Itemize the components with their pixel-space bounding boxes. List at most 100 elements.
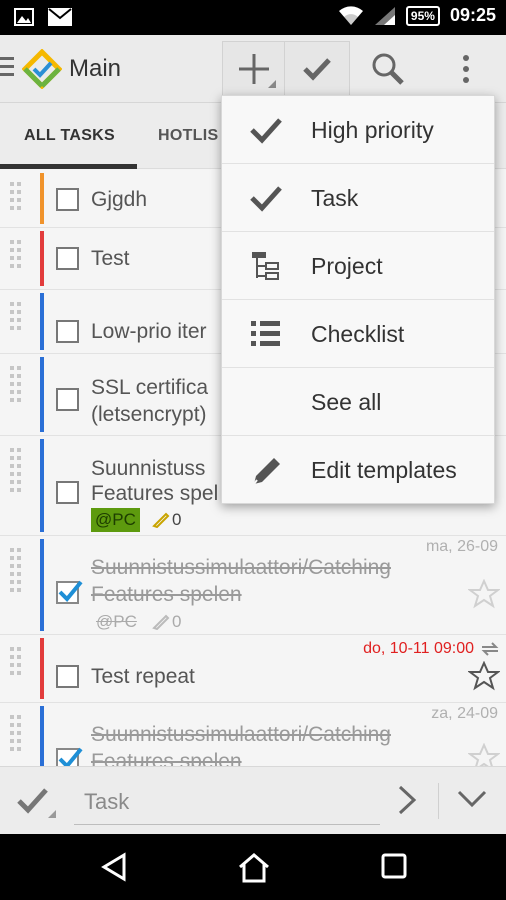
- due-date: do, 10-11 09:00: [363, 640, 474, 657]
- checkmark-icon: [250, 118, 282, 144]
- complete-button[interactable]: [284, 41, 350, 97]
- gallery-notification-icon: [14, 8, 34, 26]
- attachment-count: 0: [152, 612, 181, 632]
- menu-item-label: Edit templates: [311, 457, 457, 483]
- app-logo-icon: [22, 49, 62, 89]
- paperclip-icon: [152, 614, 170, 630]
- email-notification-icon: [48, 8, 72, 26]
- home-icon[interactable]: [237, 852, 271, 884]
- task-title: Test repeat: [91, 665, 195, 688]
- plus-icon: [238, 54, 269, 84]
- list-item[interactable]: Test repeat do, 10-11 09:00: [0, 635, 506, 703]
- task-title-line2: Features spelen: [91, 750, 242, 766]
- active-tab-indicator: [0, 164, 137, 169]
- task-title-line2: Features spelen: [91, 583, 242, 606]
- add-button[interactable]: [222, 41, 284, 97]
- priority-bar: [40, 173, 44, 224]
- overflow-menu-button[interactable]: [440, 41, 492, 97]
- checklist-icon: [251, 321, 280, 346]
- due-date: za, 24-09: [431, 705, 498, 722]
- menu-item-task[interactable]: Task: [222, 164, 494, 232]
- list-item[interactable]: Suunnistussimulaattori/Catching Features…: [0, 536, 506, 635]
- task-checkbox[interactable]: [56, 320, 79, 343]
- drawer-menu-icon[interactable]: [0, 57, 14, 81]
- drag-handle-icon[interactable]: [10, 448, 28, 496]
- task-title-line1: Suunnistussimulaattori/Catching: [91, 556, 391, 579]
- drag-handle-icon[interactable]: [10, 240, 28, 272]
- pencil-icon: [253, 458, 280, 485]
- task-title-line1: SSL certifica: [91, 376, 209, 399]
- add-template-menu: High priority Task Project Checklist See…: [221, 95, 495, 504]
- drag-handle-icon[interactable]: [10, 715, 28, 755]
- menu-item-label: Project: [311, 253, 383, 279]
- attachment-count-value: 0: [172, 510, 182, 529]
- task-checkbox-checked[interactable]: [56, 747, 83, 766]
- project-tree-icon: [252, 252, 279, 280]
- task-checkbox[interactable]: [56, 388, 79, 411]
- tab-hotlist[interactable]: HOTLIS: [158, 127, 218, 145]
- task-title: Low-prio iter: [91, 320, 207, 343]
- star-icon[interactable]: [468, 661, 500, 691]
- due-date: ma, 26-09: [425, 538, 498, 555]
- drag-handle-icon[interactable]: [10, 366, 28, 406]
- task-checkbox[interactable]: [56, 481, 79, 504]
- task-title: Test: [91, 247, 130, 270]
- clock: 09:25: [449, 5, 496, 25]
- priority-bar: [40, 539, 44, 631]
- task-title-line1: Suunnistuss: [91, 457, 206, 480]
- signal-icon: [374, 6, 395, 25]
- menu-item-label: Checklist: [311, 321, 405, 347]
- menu-item-label: High priority: [311, 117, 434, 143]
- star-icon[interactable]: [468, 579, 500, 609]
- priority-bar: [40, 706, 44, 766]
- divider: [438, 783, 439, 819]
- checkmark-icon: [58, 580, 83, 602]
- checkmark-icon: [250, 186, 282, 212]
- priority-bar: [40, 231, 44, 286]
- attachment-count-value: 0: [172, 612, 182, 631]
- task-title-line2: Features spel: [91, 482, 219, 505]
- menu-item-label: Task: [311, 185, 359, 211]
- task-checkbox[interactable]: [56, 247, 79, 270]
- checkmark-icon: [303, 58, 331, 81]
- context-tag[interactable]: @PC: [96, 612, 137, 632]
- drag-handle-icon[interactable]: [10, 302, 28, 334]
- chevron-down-icon[interactable]: [456, 787, 488, 809]
- chevron-right-icon[interactable]: [396, 784, 418, 816]
- priority-bar: [40, 638, 44, 699]
- context-tag[interactable]: @PC: [91, 508, 140, 532]
- menu-item-see-all[interactable]: See all: [222, 368, 494, 436]
- recent-apps-icon[interactable]: [380, 852, 408, 880]
- list-item[interactable]: Suunnistussimulaattori/Catching Features…: [0, 703, 506, 766]
- priority-bar: [40, 357, 44, 432]
- menu-item-checklist[interactable]: Checklist: [222, 300, 494, 368]
- star-icon[interactable]: [468, 743, 500, 766]
- tab-all-tasks[interactable]: ALL TASKS: [24, 127, 115, 145]
- menu-item-high-priority[interactable]: High priority: [222, 96, 494, 164]
- dropdown-corner-icon: [268, 80, 276, 88]
- menu-item-edit-templates[interactable]: Edit templates: [222, 436, 494, 504]
- task-checkbox-checked[interactable]: [56, 580, 83, 604]
- menu-item-project[interactable]: Project: [222, 232, 494, 300]
- quick-add-placeholder: Task: [84, 789, 130, 814]
- search-icon: [372, 53, 404, 85]
- app-bar: Main: [0, 35, 506, 103]
- page-title: Main: [69, 55, 122, 82]
- drag-handle-icon[interactable]: [10, 548, 28, 596]
- drag-handle-icon[interactable]: [10, 182, 28, 214]
- task-checkbox[interactable]: [56, 188, 79, 211]
- back-icon[interactable]: [100, 852, 128, 882]
- task-title-line1: Suunnistussimulaattori/Catching: [91, 723, 391, 746]
- checkmark-icon: [58, 747, 83, 766]
- paperclip-icon: [152, 512, 170, 528]
- search-button[interactable]: [358, 41, 418, 97]
- attachment-count: 0: [152, 510, 181, 530]
- battery-indicator: 95%: [405, 5, 440, 26]
- repeat-icon: [481, 642, 499, 656]
- task-title: Gjgdh: [91, 188, 148, 211]
- task-checkbox[interactable]: [56, 665, 79, 688]
- drag-handle-icon[interactable]: [10, 647, 28, 679]
- task-type-checkmark-icon[interactable]: [16, 784, 56, 818]
- quick-add-input[interactable]: Task: [74, 779, 380, 825]
- task-title-line2: (letsencrypt): [91, 403, 207, 426]
